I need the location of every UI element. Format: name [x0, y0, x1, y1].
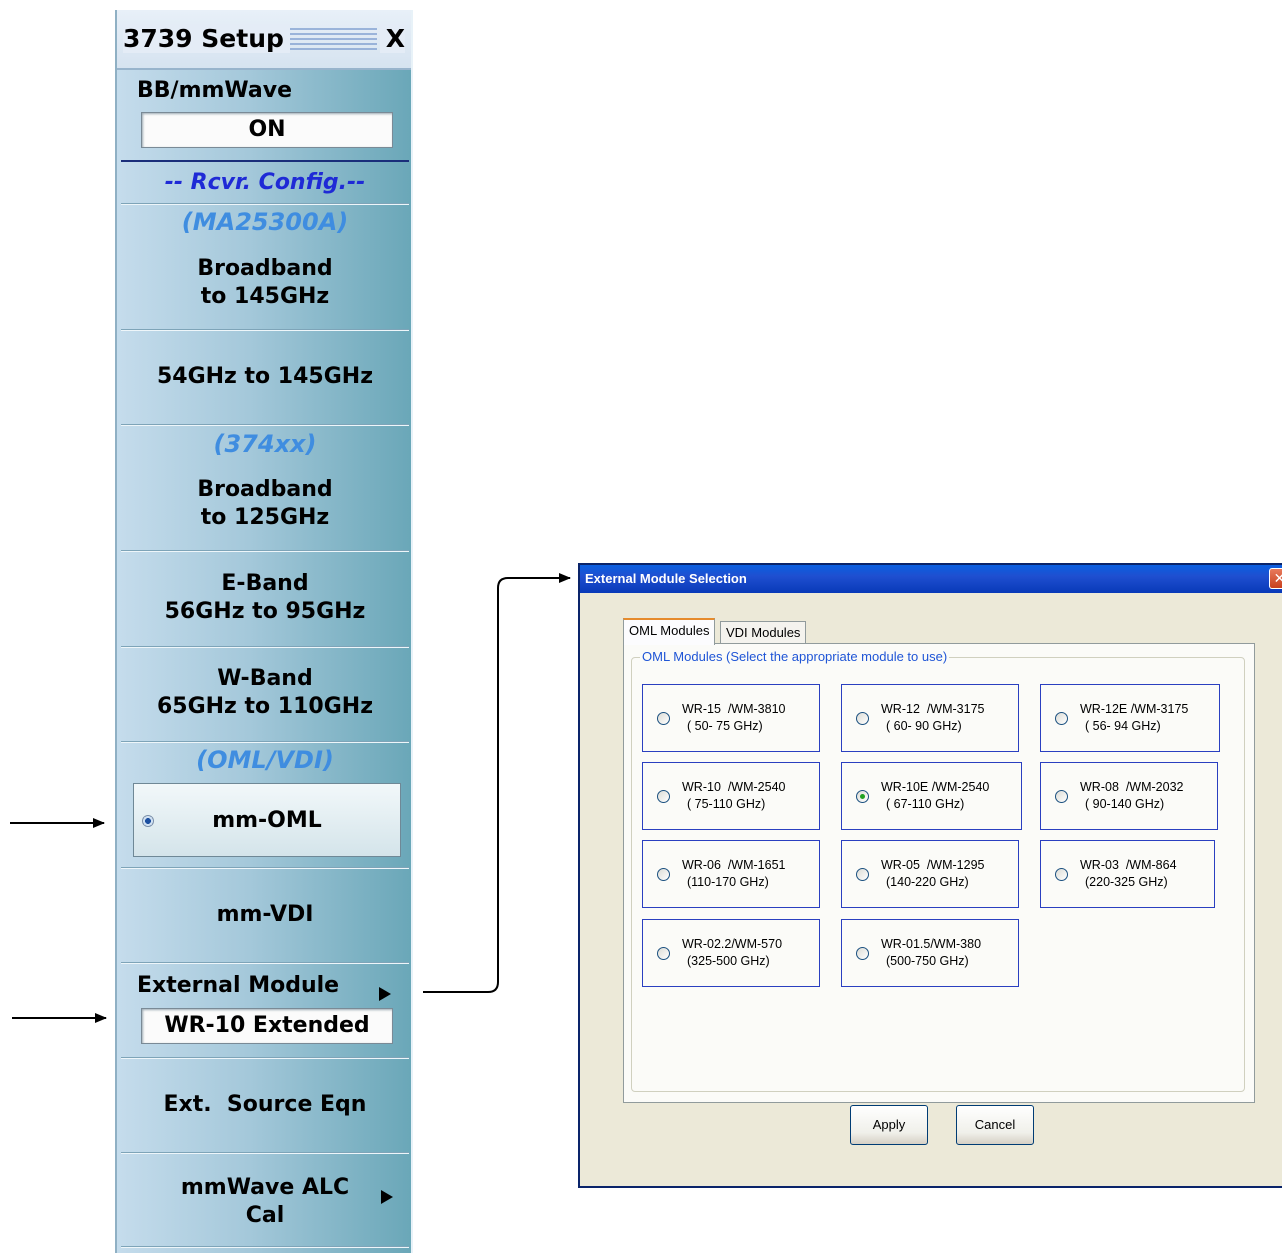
dialog-title-bar: External Module Selection	[580, 565, 1282, 593]
radio-icon	[1055, 790, 1068, 803]
cancel-button[interactable]: Cancel	[956, 1105, 1034, 1145]
radio-icon	[1055, 712, 1068, 725]
module-range: ( 75-110 GHz)	[687, 797, 766, 811]
module-option-wr-02-2[interactable]: WR-02.2/WM-570 (325-500 GHz)	[642, 919, 820, 987]
module-name: WR-06 /WM-1651	[682, 858, 786, 872]
module-option-wr-15[interactable]: WR-15 /WM-3810 ( 50- 75 GHz)	[642, 684, 820, 752]
radio-icon	[856, 712, 869, 725]
radio-icon	[657, 790, 670, 803]
module-option-wr-08[interactable]: WR-08 /WM-2032 ( 90-140 GHz)	[1040, 762, 1218, 830]
module-range: ( 50- 75 GHz)	[687, 719, 763, 733]
module-name: WR-02.2/WM-570	[682, 937, 783, 951]
module-range: (220-325 GHz)	[1085, 875, 1168, 889]
module-option-wr-12[interactable]: WR-12 /WM-3175 ( 60- 90 GHz)	[841, 684, 1019, 752]
module-range: ( 67-110 GHz)	[886, 797, 965, 811]
radio-selected-icon	[856, 790, 869, 803]
module-option-wr-05[interactable]: WR-05 /WM-1295 (140-220 GHz)	[841, 840, 1019, 908]
module-option-wr-10[interactable]: WR-10 /WM-2540 ( 75-110 GHz)	[642, 762, 820, 830]
radio-icon	[856, 947, 869, 960]
group-label: OML Modules (Select the appropriate modu…	[640, 649, 950, 664]
module-range: ( 56- 94 GHz)	[1085, 719, 1161, 733]
module-option-wr-06[interactable]: WR-06 /WM-1651 (110-170 GHz)	[642, 840, 820, 908]
radio-icon	[657, 868, 670, 881]
module-range: (325-500 GHz)	[687, 954, 770, 968]
module-range: ( 60- 90 GHz)	[886, 719, 962, 733]
module-name: WR-10 /WM-2540	[682, 780, 786, 794]
module-range: (110-170 GHz)	[687, 875, 769, 889]
module-name: WR-12E /WM-3175	[1080, 702, 1189, 716]
module-option-wr-12e[interactable]: WR-12E /WM-3175 ( 56- 94 GHz)	[1040, 684, 1220, 752]
module-name: WR-12 /WM-3175	[881, 702, 985, 716]
module-name: WR-15 /WM-3810	[682, 702, 786, 716]
module-name: WR-10E /WM-2540	[881, 780, 990, 794]
tab-vdi-modules[interactable]: VDI Modules	[720, 621, 807, 645]
module-name: WR-05 /WM-1295	[881, 858, 985, 872]
radio-icon	[657, 947, 670, 960]
oml-modules-group: OML Modules (Select the appropriate modu…	[631, 649, 1245, 1092]
module-name: WR-01.5/WM-380	[881, 937, 982, 951]
dialog-close-button[interactable]: ✕	[1269, 568, 1282, 589]
radio-icon	[657, 712, 670, 725]
module-option-wr-01-5[interactable]: WR-01.5/WM-380 (500-750 GHz)	[841, 919, 1019, 987]
module-name: WR-08 /WM-2032	[1080, 780, 1184, 794]
module-range: (140-220 GHz)	[886, 875, 969, 889]
apply-button[interactable]: Apply	[850, 1105, 928, 1145]
module-option-wr-10e[interactable]: WR-10E /WM-2540 ( 67-110 GHz)	[841, 762, 1022, 830]
module-option-wr-03[interactable]: WR-03 /WM-864 (220-325 GHz)	[1040, 840, 1215, 908]
module-range: ( 90-140 GHz)	[1085, 797, 1165, 811]
module-name: WR-03 /WM-864	[1080, 858, 1177, 872]
dialog-title: External Module Selection	[585, 571, 747, 586]
radio-icon	[1055, 868, 1068, 881]
oml-modules-tab-page: OML Modules (Select the appropriate modu…	[623, 643, 1255, 1103]
module-range: (500-750 GHz)	[886, 954, 969, 968]
tab-oml-modules[interactable]: OML Modules	[623, 618, 716, 645]
arrow-to-dialog	[423, 573, 571, 993]
radio-icon	[856, 868, 869, 881]
external-module-selection-dialog: External Module Selection ✕ OML Modules …	[578, 563, 1282, 1188]
